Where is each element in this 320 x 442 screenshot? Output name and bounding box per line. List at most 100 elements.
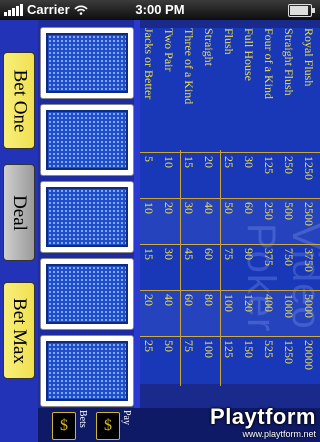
card-5[interactable] bbox=[40, 335, 134, 407]
card-back-pattern bbox=[46, 264, 128, 324]
payout-cell: 100 bbox=[202, 336, 216, 382]
payout-value: 30 bbox=[162, 248, 176, 260]
payout-cell: 120 bbox=[242, 290, 256, 336]
payout-value: 20 bbox=[142, 294, 156, 306]
bet-max-button[interactable]: Bet Max bbox=[3, 282, 35, 379]
payout-cell: 125 bbox=[222, 336, 236, 382]
payout-value: 10 bbox=[142, 202, 156, 214]
payout-value: 60 bbox=[182, 294, 196, 306]
payout-value: 250 bbox=[262, 202, 276, 220]
bet-max-label: Bet Max bbox=[9, 297, 30, 364]
payout-value: 5 bbox=[142, 156, 156, 162]
bet-one-button[interactable]: Bet One bbox=[3, 52, 35, 149]
payout-cell: 30 bbox=[162, 244, 176, 290]
payout-value: 60 bbox=[242, 202, 256, 214]
payout-cell: 90 bbox=[242, 244, 256, 290]
payout-value: 50 bbox=[162, 340, 176, 352]
payout-cell: 20000 bbox=[302, 336, 316, 382]
payout-value: 525 bbox=[262, 340, 276, 358]
payout-value: 25 bbox=[142, 340, 156, 352]
payout-cell: 80 bbox=[202, 290, 216, 336]
payout-cell: 375 bbox=[262, 244, 276, 290]
payout-cell: 1000 bbox=[282, 290, 296, 336]
payout-value: 125 bbox=[262, 156, 276, 174]
payout-value: 80 bbox=[202, 294, 216, 306]
clock: 3:00 PM bbox=[135, 2, 185, 17]
status-bar: Carrier 3:00 PM bbox=[0, 0, 320, 20]
payout-cell: 525 bbox=[262, 336, 276, 382]
card-4[interactable] bbox=[40, 258, 134, 330]
pay-dollar-icon: $ bbox=[96, 412, 120, 440]
payout-cell: 5 bbox=[142, 152, 156, 198]
payout-cell: 60 bbox=[242, 198, 256, 244]
payout-value: 15 bbox=[182, 156, 196, 168]
payout-value: 60 bbox=[202, 248, 216, 260]
payout-value: 150 bbox=[242, 340, 256, 358]
card-3[interactable] bbox=[40, 181, 134, 253]
card-1[interactable] bbox=[40, 27, 134, 99]
paytable-hand: Four of a Kind bbox=[262, 28, 276, 146]
payout-cell: 50 bbox=[222, 198, 236, 244]
payout-value: 100 bbox=[202, 340, 216, 358]
payout-cell: 100 bbox=[222, 290, 236, 336]
payout-value: 90 bbox=[242, 248, 256, 260]
battery-icon bbox=[288, 4, 315, 17]
hand-label: Two Pair bbox=[162, 28, 176, 72]
payout-value: 400 bbox=[262, 294, 276, 312]
payout-cell: 400 bbox=[262, 290, 276, 336]
paytable-gridline bbox=[180, 150, 181, 386]
payout-value: 50 bbox=[222, 202, 236, 214]
paytable-hand: Straight bbox=[202, 28, 216, 146]
payout-cell: 150 bbox=[242, 336, 256, 382]
paytable-gridline bbox=[220, 150, 221, 386]
hand-label: Straight Flush bbox=[282, 28, 296, 96]
payout-cell: 75 bbox=[182, 336, 196, 382]
payout-column: 5 10 15 20 25 bbox=[142, 152, 156, 384]
paytable-hand: Full House bbox=[242, 28, 256, 146]
payout-value: 1250 bbox=[302, 156, 316, 180]
payout-value: 500 bbox=[282, 202, 296, 220]
payout-column: 15 30 45 60 75 bbox=[182, 152, 196, 384]
payout-cell: 2500 bbox=[302, 198, 316, 244]
paytable-hand: Royal Flush bbox=[302, 28, 316, 146]
payout-cell: 125 bbox=[262, 152, 276, 198]
payout-value: 1000 bbox=[282, 294, 296, 318]
card-back-pattern bbox=[46, 110, 128, 170]
paytable-hand: Three of a Kind bbox=[182, 28, 196, 146]
payout-value: 125 bbox=[222, 340, 236, 358]
payout-cell: 25 bbox=[142, 336, 156, 382]
payout-cell: 500 bbox=[282, 198, 296, 244]
paytable-hand: Straight Flush bbox=[282, 28, 296, 146]
paytable-hand: Jacks or Better bbox=[142, 28, 156, 146]
payout-value: 30 bbox=[242, 156, 256, 168]
payout-value: 20 bbox=[162, 202, 176, 214]
hand-label: Jacks or Better bbox=[142, 28, 156, 100]
payout-value: 75 bbox=[222, 248, 236, 260]
payout-value: 40 bbox=[162, 294, 176, 306]
payout-cell: 750 bbox=[282, 244, 296, 290]
payout-cell: 10 bbox=[162, 152, 176, 198]
logo-url: www.playtform.net bbox=[242, 429, 316, 439]
hand-area bbox=[38, 20, 136, 408]
payout-value: 3750 bbox=[302, 248, 316, 272]
deal-button[interactable]: Deal bbox=[3, 164, 35, 261]
payout-column: 20 40 60 80 100 bbox=[202, 152, 216, 384]
payout-cell: 3750 bbox=[302, 244, 316, 290]
hand-label: Three of a Kind bbox=[182, 28, 196, 105]
logo-name: Playtform bbox=[210, 404, 316, 429]
card-back-pattern bbox=[46, 341, 128, 401]
pay-table: Video Poker Royal Flush Straight Flush Fou… bbox=[140, 28, 320, 386]
card-back-pattern bbox=[46, 33, 128, 93]
card-2[interactable] bbox=[40, 104, 134, 176]
payout-value: 1250 bbox=[282, 340, 296, 364]
payout-value: 2500 bbox=[302, 202, 316, 226]
payout-column: 30 60 90 120 150 bbox=[242, 152, 256, 384]
payout-cell: 50 bbox=[162, 336, 176, 382]
hand-names: Royal Flush Straight Flush Four of a Kind F… bbox=[140, 28, 320, 146]
paytable-hand: Flush bbox=[222, 28, 236, 146]
card-back-pattern bbox=[46, 187, 128, 247]
bets-dollar-icon: $ bbox=[52, 412, 76, 440]
payout-value: 250 bbox=[282, 156, 296, 174]
payout-cell: 60 bbox=[202, 244, 216, 290]
payout-values: 1250 2500 3750 5000 20000 250 500 750 1000 1250 12… bbox=[140, 150, 320, 386]
